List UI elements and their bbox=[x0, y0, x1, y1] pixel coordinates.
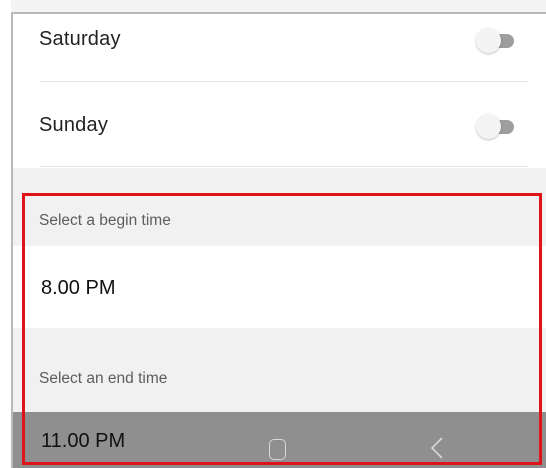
end-time-row[interactable]: 11.00 PM bbox=[13, 412, 546, 468]
toggle-thumb bbox=[476, 114, 501, 139]
toggle-thumb bbox=[476, 28, 501, 53]
begin-time-header-text: Select a begin time bbox=[39, 212, 171, 229]
day-label: Saturday bbox=[39, 28, 121, 50]
left-gutter bbox=[0, 0, 11, 468]
end-time-value: 11.00 PM bbox=[41, 430, 126, 452]
begin-time-value: 8.00 PM bbox=[41, 277, 116, 299]
settings-panel: Saturday Sunday Select a begin time 8.00… bbox=[11, 12, 546, 468]
sunday-toggle[interactable] bbox=[476, 114, 516, 139]
begin-time-header: Select a begin time bbox=[13, 195, 546, 246]
section-gap bbox=[13, 168, 546, 195]
begin-time-row[interactable]: 8.00 PM bbox=[13, 246, 546, 328]
day-label: Sunday bbox=[39, 114, 109, 136]
saturday-toggle[interactable] bbox=[476, 28, 516, 53]
day-row-sunday[interactable]: Sunday bbox=[13, 84, 546, 168]
end-time-header: Select an end time bbox=[13, 328, 546, 412]
screen: Saturday Sunday Select a begin time 8.00… bbox=[0, 0, 546, 468]
end-time-header-text: Select an end time bbox=[39, 370, 168, 387]
divider bbox=[40, 166, 528, 167]
divider bbox=[40, 81, 528, 82]
